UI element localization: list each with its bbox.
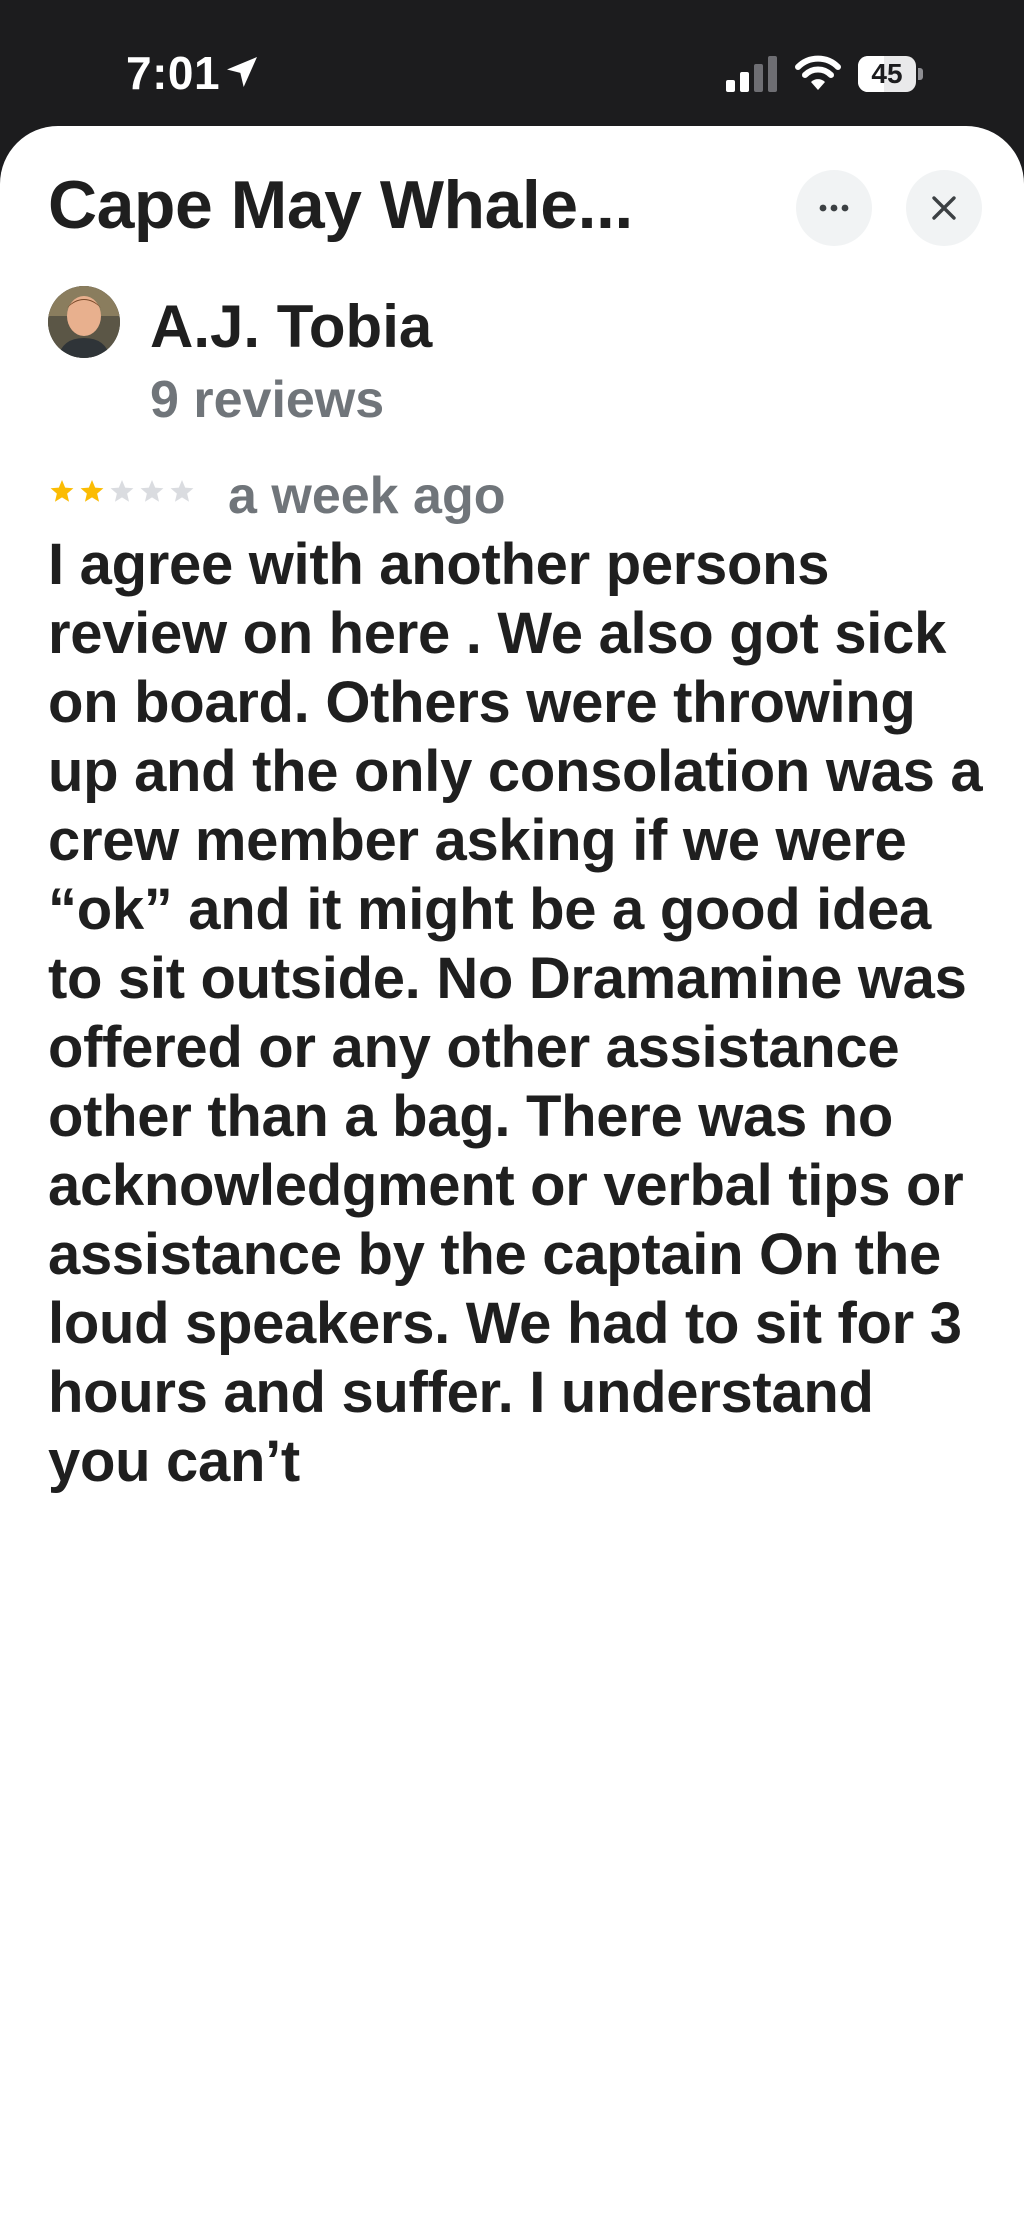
place-title: Cape May Whale... <box>48 167 633 243</box>
wifi-icon <box>795 55 841 90</box>
star-filled-icon <box>80 480 104 502</box>
reviewer-review-count: 9 reviews <box>150 371 385 429</box>
star-empty-icon <box>140 480 164 502</box>
more-horizontal-icon <box>819 204 849 212</box>
status-time: 7:01 <box>126 47 221 99</box>
battery-level: 45 <box>871 58 903 89</box>
rating-row: a week ago <box>48 466 948 526</box>
location-arrow-icon <box>227 57 257 87</box>
review-date: a week ago <box>228 467 506 525</box>
star-filled-icon <box>50 480 74 502</box>
reviewer-photo <box>48 286 120 358</box>
star-empty-icon <box>110 480 134 502</box>
reviewer-header: A.J. Tobia 9 reviews <box>48 286 948 436</box>
status-bar: 7:01 45 <box>0 0 1024 132</box>
battery-cap <box>918 68 923 80</box>
more-options-button[interactable] <box>796 170 872 246</box>
review-text: I agree with another persons review on h… <box>48 532 983 1494</box>
star-rating <box>50 480 194 502</box>
close-button[interactable] <box>906 170 982 246</box>
close-icon <box>932 196 956 220</box>
review-sheet: Cape May Whale... A.J. Tobia 9 reviews a <box>0 126 1024 2225</box>
star-empty-icon <box>170 480 194 502</box>
reviewer-avatar[interactable] <box>48 286 120 358</box>
reviewer-name[interactable]: A.J. Tobia <box>150 292 432 361</box>
battery-icon: 45 <box>858 56 924 92</box>
cellular-signal-icon <box>726 56 777 92</box>
